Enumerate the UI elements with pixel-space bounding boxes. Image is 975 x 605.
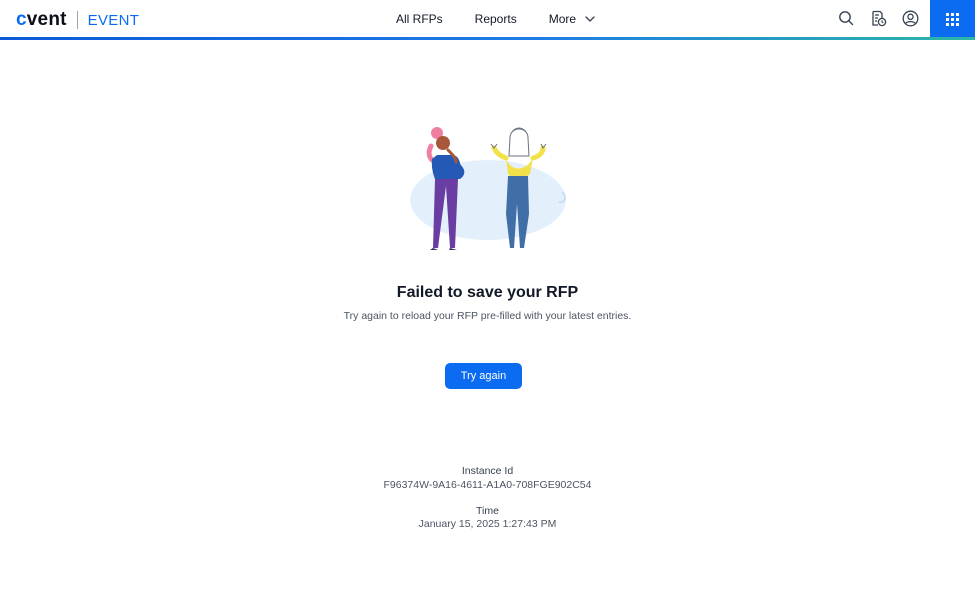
nav-more-label: More	[548, 12, 577, 26]
error-title: Failed to save your RFP	[396, 284, 579, 301]
nav-reports[interactable]: Reports	[475, 12, 517, 26]
time-value: January 15, 2025 1:27:43 PM	[418, 518, 557, 530]
task-list-icon	[871, 10, 886, 26]
main-nav: All RFPs Reports More	[396, 0, 596, 38]
nav-more-menu[interactable]: More	[549, 12, 596, 26]
top-navigation-bar: cvent EVENT All RFPs Reports More	[0, 0, 975, 40]
error-message: Try again to reload your RFP pre-filled …	[343, 310, 632, 322]
product-name: EVENT	[87, 11, 140, 29]
error-page: Failed to save your RFP Try again to rel…	[0, 40, 975, 605]
time-label: Time	[476, 505, 499, 517]
instance-id-label: Instance Id	[461, 465, 514, 477]
user-account-icon	[902, 10, 918, 26]
chevron-down-icon	[585, 16, 595, 22]
account-button[interactable]	[900, 8, 920, 28]
error-illustration	[410, 127, 566, 250]
try-again-button[interactable]: Try again	[445, 363, 522, 389]
cvent-logo: cvent	[16, 9, 67, 30]
tasks-button[interactable]	[868, 8, 888, 28]
search-icon	[839, 11, 854, 26]
nav-all-rfps[interactable]: All RFPs	[396, 12, 443, 26]
header-actions	[836, 8, 920, 28]
app-switcher-button[interactable]	[930, 0, 975, 38]
instance-id-value: F96374W-9A16-4611-A1A0-708FGE902C54	[383, 479, 592, 491]
brand[interactable]: cvent EVENT	[16, 9, 139, 31]
search-button[interactable]	[836, 8, 856, 28]
app-grid-icon	[946, 12, 959, 26]
brand-divider	[76, 11, 78, 29]
